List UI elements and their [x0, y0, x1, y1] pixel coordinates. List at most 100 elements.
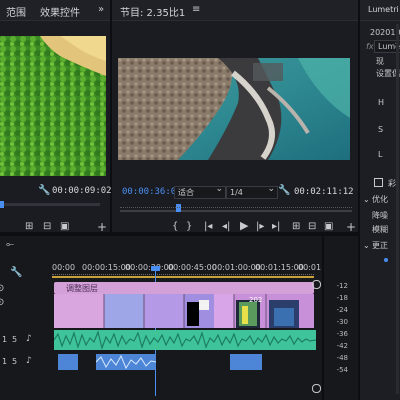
- checkbox-label: 彩: [388, 179, 396, 188]
- timeline-panel: ⟜ 🔧 ⊙ ⊙ 00:00 00:00:15:00 00:00:30:00 00…: [0, 236, 322, 400]
- clip-label: 调整图层: [66, 284, 98, 293]
- source-scrub-handle[interactable]: [0, 201, 4, 208]
- step-forward-icon[interactable]: |▸: [256, 222, 264, 232]
- lift-icon[interactable]: ⊞: [292, 222, 300, 232]
- meter-tick-label: -18: [336, 294, 348, 302]
- audio-clip-a1[interactable]: [54, 330, 316, 350]
- timeline-scroll-handle[interactable]: [312, 280, 321, 289]
- track-label: 5: [12, 335, 18, 344]
- meter-tick-label: -42: [336, 342, 348, 350]
- color-checkbox[interactable]: [374, 178, 383, 187]
- eye-icon[interactable]: ⊙: [0, 284, 4, 294]
- insert-icon[interactable]: ⊞: [25, 222, 33, 232]
- tab-effect-controls[interactable]: 效果控件: [40, 4, 80, 19]
- channel-h-label: H: [378, 98, 385, 107]
- wrench-icon[interactable]: 🔧: [38, 186, 50, 196]
- ruler-label: 00:01: [298, 263, 322, 272]
- extract-icon[interactable]: ⊟: [308, 222, 316, 232]
- source-scrub-bar[interactable]: [0, 203, 100, 206]
- source-panel-header: 源：范围 效果控件 »: [0, 0, 110, 21]
- audio-waveform: [96, 354, 156, 370]
- overwrite-icon[interactable]: ⊟: [43, 222, 51, 232]
- eye-icon[interactable]: ⊙: [0, 298, 4, 308]
- program-ruler-dots: [120, 207, 352, 209]
- adjustment-layer-clip[interactable]: 调整图层: [54, 282, 314, 294]
- program-duration-timecode: 00:02:11:12: [294, 187, 354, 197]
- mic-icon[interactable]: ♪: [26, 334, 32, 344]
- meter-tick-label: -36: [336, 330, 348, 338]
- ruler-label: 00:00: [52, 263, 76, 272]
- chevron-down-icon[interactable]: ⌄: [363, 241, 370, 251]
- playhead-handle[interactable]: [151, 266, 160, 271]
- lumetri-indicator-dot: [384, 258, 388, 262]
- source-monitor-panel: 源：范围 效果控件 » 🔧 00:00:09:02 ⊞ ⊟ ▣ +: [0, 0, 112, 233]
- lumetri-color-panel: Lumetri 颜 202010 fx Lumet 现 设置偶 H S L 彩 …: [360, 0, 400, 400]
- ruler-label: 00:01:15:00: [255, 263, 304, 272]
- meter-tick-label: -48: [336, 354, 348, 362]
- resolution-dropdown[interactable]: 1/4: [226, 184, 278, 199]
- aerial-coast-image: [118, 58, 350, 160]
- source-timecode: 00:00:09:02: [52, 186, 112, 196]
- fit-dropdown-label: 适合: [178, 188, 194, 197]
- track-label: 1: [2, 335, 8, 344]
- ruler-label: 00:01:00:00: [212, 263, 261, 272]
- audio-clip-a2[interactable]: [96, 354, 156, 370]
- wrench-icon[interactable]: 🔧: [10, 268, 22, 278]
- clip-number: 202: [249, 296, 263, 304]
- hamburger-menu-icon[interactable]: ≡: [192, 5, 200, 15]
- tab-source[interactable]: 源：范围: [0, 4, 26, 19]
- program-title: 节目: 2.35比1: [120, 8, 186, 19]
- video-thumbnails: [54, 294, 314, 328]
- timeline-scroll-handle[interactable]: [312, 384, 321, 393]
- go-to-in-icon[interactable]: |◂: [204, 222, 212, 232]
- ruler-label: 00:00:45:00: [168, 263, 217, 272]
- fx-label: fx: [366, 42, 374, 51]
- forest-thumbnail-image: [0, 36, 106, 176]
- step-back-icon[interactable]: ◂|: [222, 222, 230, 232]
- chevron-down-icon[interactable]: ⌄: [363, 195, 370, 205]
- mark-out-icon[interactable]: }: [186, 222, 192, 232]
- audio-clip-a2[interactable]: [230, 354, 262, 370]
- section-refine[interactable]: 优化: [372, 194, 388, 205]
- add-button-icon[interactable]: +: [97, 221, 107, 233]
- mark-in-icon[interactable]: {: [172, 222, 178, 232]
- wrench-icon[interactable]: 🔧: [278, 186, 290, 196]
- program-video-frame: [118, 58, 350, 160]
- mic-icon[interactable]: ♪: [26, 356, 32, 366]
- ruler-label: 00:00:30:00: [125, 263, 174, 272]
- go-to-out-icon[interactable]: ▸|: [272, 222, 280, 232]
- lumetri-header: Lumetri 颜: [360, 0, 400, 21]
- timeline-ruler[interactable]: 00:00 00:00:15:00 00:00:30:00 00:00:45:0…: [52, 260, 322, 278]
- audio-clip-a2[interactable]: [58, 354, 78, 370]
- program-current-timecode[interactable]: 00:00:36:02: [122, 187, 182, 197]
- section-blur[interactable]: 模糊: [372, 224, 388, 235]
- meter-tick-label: -30: [336, 318, 348, 326]
- lumetri-title: Lumetri 颜: [368, 5, 400, 14]
- snap-icon[interactable]: ⟜: [6, 240, 14, 250]
- meter-tick-label: -12: [336, 282, 348, 290]
- track-label: 5: [12, 357, 18, 366]
- ruler-label: 00:00:15:00: [82, 263, 131, 272]
- channel-s-label: S: [378, 125, 384, 134]
- meter-tick-label: -24: [336, 306, 348, 314]
- side-label: 现: [376, 57, 384, 66]
- audio-meter-panel: -12 -18 -24 -30 -36 -42 -48 -54: [324, 236, 358, 400]
- lumetri-scrollbar[interactable]: [396, 24, 399, 394]
- meter-tick-label: -54: [336, 366, 348, 374]
- play-icon[interactable]: ▶: [240, 220, 248, 231]
- panel-menu-icon[interactable]: »: [98, 5, 104, 15]
- fit-dropdown[interactable]: 适合: [174, 184, 226, 199]
- program-monitor-panel: 节目: 2.35比1 ≡ 00:00:36:02 适合 ⌄ 1/4 ⌄ 🔧 00…: [112, 0, 358, 233]
- camera-icon[interactable]: ▣: [60, 222, 69, 232]
- source-video-frame: [0, 36, 106, 176]
- section-denoise[interactable]: 降噪: [372, 210, 388, 221]
- track-label: 1: [2, 357, 8, 366]
- export-frame-icon[interactable]: ▣: [324, 222, 333, 232]
- add-button-icon[interactable]: +: [346, 221, 356, 233]
- work-area-bar[interactable]: [52, 276, 314, 278]
- program-scrub-bar[interactable]: [120, 210, 352, 212]
- section-correct[interactable]: 更正: [372, 240, 388, 251]
- resolution-dropdown-label: 1/4: [230, 188, 243, 197]
- channel-l-label: L: [378, 150, 383, 159]
- video-clip-strip[interactable]: 202: [54, 294, 314, 328]
